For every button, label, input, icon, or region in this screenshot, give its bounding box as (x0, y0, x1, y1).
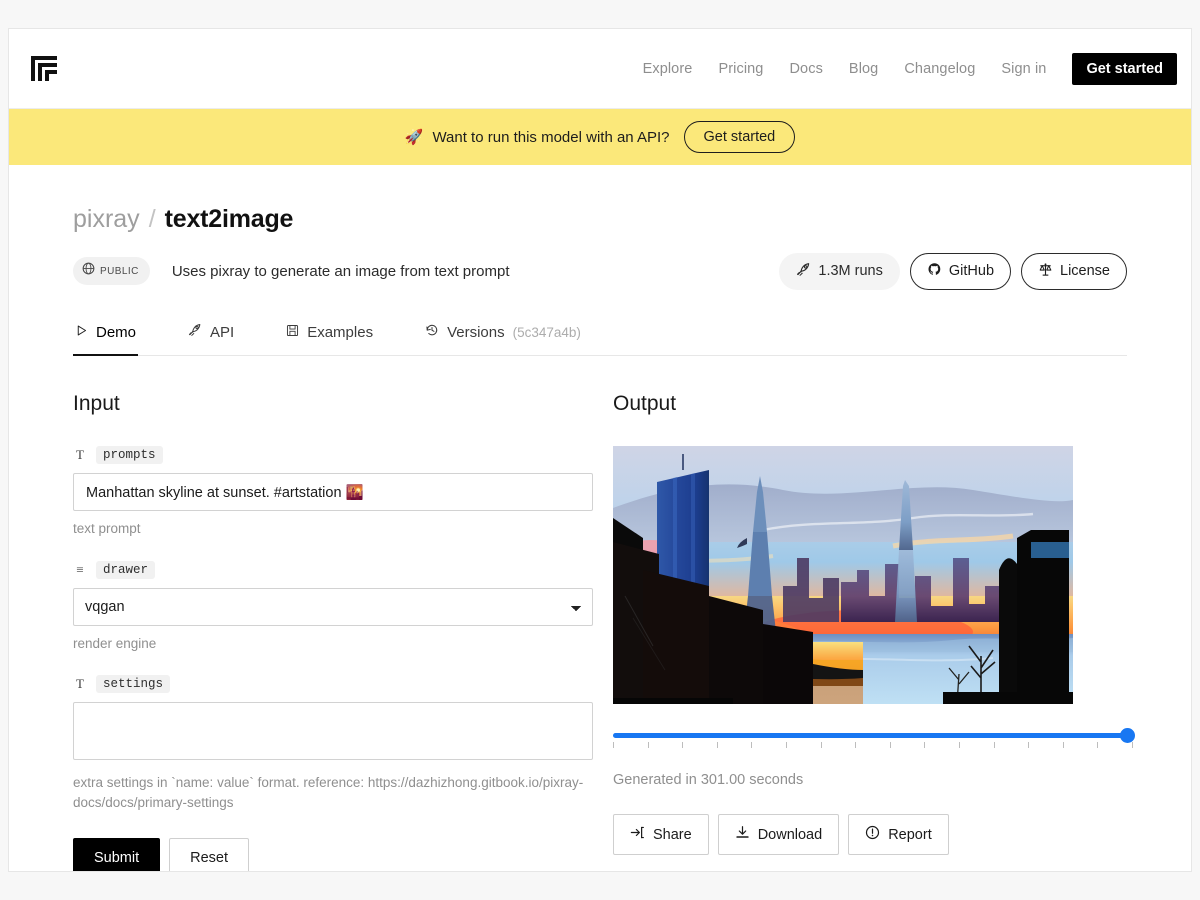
tab-examples[interactable]: Examples (284, 315, 375, 356)
prompts-input[interactable] (73, 473, 593, 511)
nav-link-docs[interactable]: Docs (789, 61, 822, 77)
model-meta-pills: 1.3M runs GitHub License (779, 252, 1127, 290)
banner-get-started-button[interactable]: Get started (683, 121, 796, 153)
model-owner-link[interactable]: pixray (73, 205, 140, 234)
replicate-logo-icon[interactable] (23, 49, 67, 89)
license-label: License (1060, 263, 1110, 279)
field-prompts-key: prompts (96, 446, 163, 464)
drawer-select[interactable]: vqgan (73, 587, 593, 626)
output-column: Output Generated in 301.00 seconds Share… (613, 392, 1135, 871)
field-settings-helper: extra settings in `name: value` format. … (73, 775, 584, 810)
submit-button[interactable]: Submit (73, 838, 161, 871)
visibility-label: Public (100, 265, 139, 277)
report-label: Report (888, 826, 932, 843)
report-icon (865, 825, 880, 844)
model-description: Uses pixray to generate an image from te… (171, 262, 510, 280)
api-promo-banner: 🚀 Want to run this model with an API? Ge… (9, 109, 1191, 165)
page-background: Explore Pricing Docs Blog Changelog Sign… (0, 0, 1200, 900)
share-label: Share (653, 826, 692, 843)
settings-textarea[interactable] (73, 702, 593, 761)
tab-versions-label: Versions (447, 323, 505, 341)
field-settings: T settings extra settings in `name: valu… (73, 675, 593, 812)
output-actions: Share Download Report (613, 814, 1133, 855)
form-actions: Submit Reset (73, 838, 593, 871)
field-drawer: ≡ drawer vqgan render engine (73, 560, 593, 654)
browser-viewport: Explore Pricing Docs Blog Changelog Sign… (8, 28, 1192, 872)
model-name-label: text2image (164, 205, 294, 233)
github-icon (927, 262, 942, 281)
share-icon (630, 825, 645, 844)
tab-api-label: API (210, 323, 235, 341)
report-button[interactable]: Report (848, 814, 949, 855)
github-label: GitHub (948, 263, 995, 279)
reset-button[interactable]: Reset (169, 838, 250, 871)
field-drawer-key: drawer (96, 560, 156, 579)
input-heading: Input (73, 392, 120, 415)
status-badge: Public (73, 257, 150, 285)
page-title: pixray / text2image (73, 165, 1127, 234)
banner-text-label: Want to run this model with an API? (432, 128, 670, 146)
generated-image[interactable] (613, 446, 1073, 704)
tab-versions[interactable]: Versions (5c347a4b) (423, 315, 583, 356)
tab-examples-label: Examples (307, 323, 374, 341)
field-prompts-helper: text prompt (73, 521, 141, 536)
history-icon (425, 323, 439, 341)
input-column: Input T prompts text prompt ≡ drawer (73, 392, 593, 871)
tab-api[interactable]: API (186, 315, 236, 356)
model-tabs: Demo API Examples Versions (5c347a4b) (73, 314, 1127, 356)
share-button[interactable]: Share (613, 814, 709, 855)
rocket-icon (796, 262, 811, 281)
runs-count-pill[interactable]: 1.3M runs (779, 252, 900, 290)
banner-message: 🚀 Want to run this model with an API? (405, 129, 670, 146)
runs-count-label: 1.3M runs (818, 263, 883, 279)
field-settings-key: settings (96, 675, 171, 694)
field-drawer-label: ≡ drawer (73, 560, 593, 579)
title-separator: / (148, 205, 156, 233)
download-button[interactable]: Download (717, 814, 840, 855)
field-prompts: T prompts text prompt (73, 446, 593, 539)
nav-link-changelog[interactable]: Changelog (904, 61, 975, 77)
nav-link-sign-in[interactable]: Sign in (1001, 61, 1046, 77)
nav-link-blog[interactable]: Blog (849, 61, 878, 77)
rocket-icon (188, 323, 202, 341)
download-icon (735, 825, 750, 844)
field-settings-label: T settings (73, 675, 593, 694)
github-link-pill[interactable]: GitHub (909, 252, 1012, 290)
nav-link-explore[interactable]: Explore (643, 61, 693, 77)
top-navigation-bar: Explore Pricing Docs Blog Changelog Sign… (9, 29, 1191, 109)
page-body: pixray / text2image Public Uses pixray t… (9, 165, 1191, 871)
image-progress-slider[interactable] (613, 728, 1135, 750)
slider-ticks (613, 742, 1133, 749)
field-prompts-label: T prompts (73, 446, 593, 464)
scales-icon (1038, 262, 1053, 281)
list-type-icon: ≡ (76, 561, 84, 577)
license-pill[interactable]: License (1021, 252, 1127, 290)
generation-time-label: Generated in 301.00 seconds (613, 772, 804, 788)
globe-icon (82, 262, 95, 280)
slider-track[interactable] (613, 733, 1133, 738)
get-started-button[interactable]: Get started (1072, 52, 1177, 85)
rocket-emoji-icon: 🚀 (404, 128, 424, 146)
model-meta-row: Public Uses pixray to generate an image … (73, 252, 1127, 290)
demo-columns: Input T prompts text prompt ≡ drawer (73, 356, 1135, 871)
play-icon (75, 324, 88, 341)
save-disk-icon (286, 324, 299, 341)
output-heading: Output (613, 392, 677, 415)
text-type-icon: T (76, 676, 84, 692)
field-drawer-helper: render engine (73, 635, 157, 651)
nav-links: Explore Pricing Docs Blog Changelog Sign… (643, 52, 1177, 85)
slider-thumb[interactable] (1120, 728, 1135, 743)
tab-demo-label: Demo (96, 323, 137, 341)
nav-link-pricing[interactable]: Pricing (718, 61, 763, 77)
text-type-icon: T (76, 447, 84, 462)
download-label: Download (757, 826, 823, 843)
tab-demo[interactable]: Demo (73, 315, 139, 356)
tab-versions-hash: (5c347a4b) (512, 324, 581, 340)
